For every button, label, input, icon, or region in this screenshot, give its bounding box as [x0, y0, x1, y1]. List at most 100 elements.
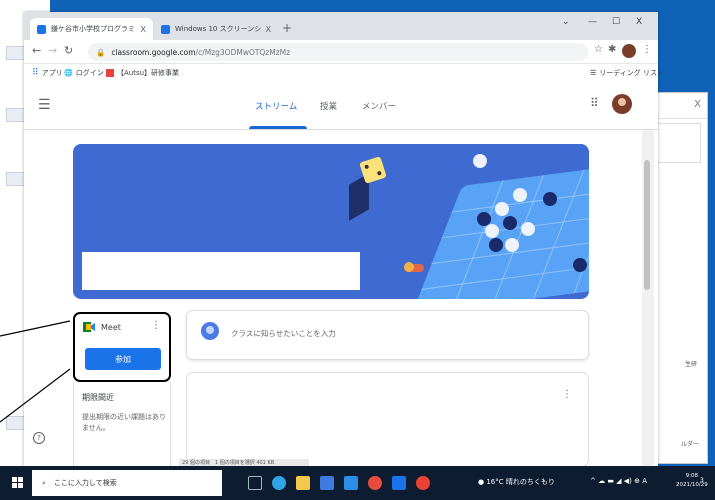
- bookmark-apps[interactable]: ⠿ アプリ: [32, 68, 63, 78]
- tab-people[interactable]: メンバー: [362, 100, 396, 112]
- desktop-icon[interactable]: [6, 108, 26, 122]
- desktop-icon[interactable]: [6, 46, 26, 60]
- close-icon[interactable]: X: [694, 99, 701, 110]
- white-stone: [505, 238, 519, 252]
- announcement-box[interactable]: クラスに知らせたいことを入力: [186, 310, 589, 360]
- task-view-icon[interactable]: [248, 476, 262, 490]
- new-tab-button[interactable]: +: [282, 21, 292, 35]
- bookmark-favicon-icon: [106, 69, 114, 77]
- tab-screenshot-article[interactable]: Windows 10 スクリーンショットを撮る X: [154, 18, 278, 40]
- mail-icon[interactable]: [344, 476, 358, 490]
- url-path: /c/Mzg3ODMwOTQzMzMz: [195, 47, 291, 57]
- announcement-placeholder[interactable]: クラスに知らせたいことを入力: [231, 328, 336, 339]
- bookmark-training[interactable]: 【Autsu】研修事業: [106, 68, 179, 78]
- bookmark-label: ログイン: [75, 69, 104, 77]
- black-stone: [503, 216, 517, 230]
- join-meet-button[interactable]: 参加: [85, 348, 161, 370]
- minimize-button[interactable]: —: [588, 17, 597, 27]
- page-favicon-icon: [161, 24, 170, 34]
- background-window-text: ルダー: [681, 441, 700, 448]
- url-host: classroom.google.com: [111, 47, 196, 57]
- app-icon[interactable]: [392, 476, 406, 490]
- browser-toolbar: ← → ↻ 🔒 classroom.google.com/c/Mzg3ODMwO…: [24, 40, 658, 64]
- classroom-favicon-icon: [37, 24, 46, 34]
- browser-menu-icon[interactable]: ⋮: [642, 44, 652, 55]
- apps-grid-icon: ⠿: [32, 68, 39, 78]
- upcoming-card: 期限間近 提出期限の近い課題はありません。: [73, 382, 171, 472]
- search-placeholder: ここに入力して検索: [53, 479, 117, 487]
- user-avatar: [201, 322, 219, 340]
- desktop-icon[interactable]: [6, 172, 26, 186]
- upcoming-description: 提出期限の近い課題はありません。: [82, 413, 166, 432]
- file-explorer-icon[interactable]: [296, 476, 310, 490]
- black-stone: [477, 212, 491, 226]
- white-stone: [513, 188, 527, 202]
- meet-logo-icon: [83, 322, 95, 332]
- app-icon[interactable]: [368, 476, 382, 490]
- tab-search-icon[interactable]: ⌄: [562, 17, 570, 27]
- weather-widget[interactable]: ● 16°C 晴れのちくもり: [478, 477, 555, 487]
- post-more-options-icon[interactable]: ⋮: [562, 389, 572, 400]
- address-bar[interactable]: 🔒 classroom.google.com/c/Mzg3ODMwOTQzMzM…: [88, 43, 588, 61]
- lock-icon: 🔒: [96, 47, 106, 57]
- tab-stream[interactable]: ストリーム: [255, 100, 297, 112]
- bookmark-label: アプリ: [41, 69, 63, 77]
- tab-close-icon[interactable]: X: [141, 25, 146, 34]
- window-close-button[interactable]: X: [636, 17, 642, 27]
- globe-icon: 🌐: [64, 69, 73, 77]
- bookmark-label: 【Autsu】研修事業: [117, 69, 180, 77]
- active-tab-indicator: [249, 126, 307, 129]
- windows-start-icon[interactable]: [12, 477, 24, 489]
- store-icon[interactable]: [320, 476, 334, 490]
- classroom-page: ☰ ストリーム 授業 メンバー ⠿ Meet ⋮ 参加 期限間近 提出期限の近い…: [24, 82, 658, 472]
- desktop-icon[interactable]: [6, 416, 26, 430]
- white-stone: [485, 224, 499, 238]
- chrome-icon[interactable]: [416, 476, 430, 490]
- windows-taskbar: ⌕ ここに入力して検索 ● 16°C 晴れのちくもり ^ ☁ ▬ ◢ ◀) ⊕ …: [0, 466, 715, 500]
- stream-post-card: ⋮: [186, 372, 589, 467]
- google-apps-icon[interactable]: ⠿: [590, 96, 599, 110]
- tab-classroom[interactable]: 鎌ケ谷市小学校プログラミング X: [30, 18, 153, 40]
- account-avatar[interactable]: [612, 94, 632, 114]
- browser-window: 鎌ケ谷市小学校プログラミング X Windows 10 スクリーンショットを撮る…: [24, 12, 664, 472]
- classroom-header: ☰ ストリーム 授業 メンバー ⠿: [24, 82, 658, 130]
- system-tray-icons[interactable]: ^ ☁ ▬ ◢ ◀) ⊕ A: [590, 477, 647, 485]
- weather-text: 16°C 晴れのちくもり: [486, 478, 555, 486]
- class-title-redacted: [82, 252, 360, 290]
- reload-icon[interactable]: ↻: [64, 44, 73, 57]
- meet-more-options-icon[interactable]: ⋮: [151, 320, 161, 331]
- black-stone: [489, 238, 503, 252]
- meet-header: Meet: [83, 322, 121, 332]
- notification-count[interactable]: 3: [700, 477, 704, 484]
- white-stone: [521, 222, 535, 236]
- bookmark-login[interactable]: 🌐 ログイン: [64, 68, 104, 78]
- profile-avatar[interactable]: [622, 44, 636, 58]
- scrollbar-thumb[interactable]: [644, 160, 650, 290]
- black-stone: [543, 192, 557, 206]
- reading-list-icon: ☰: [590, 69, 597, 77]
- extensions-icon[interactable]: ✱: [608, 44, 616, 55]
- game-board-illustration: [411, 159, 589, 299]
- back-arrow-icon[interactable]: ←: [32, 44, 41, 57]
- help-icon[interactable]: ?: [33, 432, 45, 444]
- tab-title: Windows 10 スクリーンショットを撮る: [175, 25, 261, 33]
- bookmark-star-icon[interactable]: ☆: [594, 44, 603, 55]
- white-stone: [495, 202, 509, 216]
- main-menu-icon[interactable]: ☰: [38, 97, 51, 113]
- bookmarks-bar: ⠿ アプリ 🌐 ログイン 【Autsu】研修事業 ☰ リーディング リスト: [24, 64, 664, 82]
- weather-icon: ●: [478, 478, 485, 486]
- tab-close-icon[interactable]: X: [266, 25, 271, 34]
- edge-icon[interactable]: [272, 476, 286, 490]
- taskbar-search[interactable]: ⌕ ここに入力して検索: [32, 470, 222, 496]
- reading-list-button[interactable]: ☰ リーディング リスト: [590, 68, 664, 78]
- forward-arrow-icon[interactable]: →: [48, 44, 57, 57]
- meet-card: Meet ⋮ 参加: [73, 312, 171, 382]
- tab-classwork[interactable]: 授業: [320, 100, 337, 112]
- pawn-head-illustration: [404, 262, 414, 272]
- meet-label: Meet: [101, 322, 121, 332]
- tab-title: 鎌ケ谷市小学校プログラミング: [51, 25, 136, 33]
- background-window-text: 生研: [685, 361, 698, 368]
- maximize-button[interactable]: ☐: [612, 17, 620, 27]
- reading-list-label: リーディング リスト: [599, 69, 665, 77]
- tab-strip: 鎌ケ谷市小学校プログラミング X Windows 10 スクリーンショットを撮る…: [24, 12, 658, 40]
